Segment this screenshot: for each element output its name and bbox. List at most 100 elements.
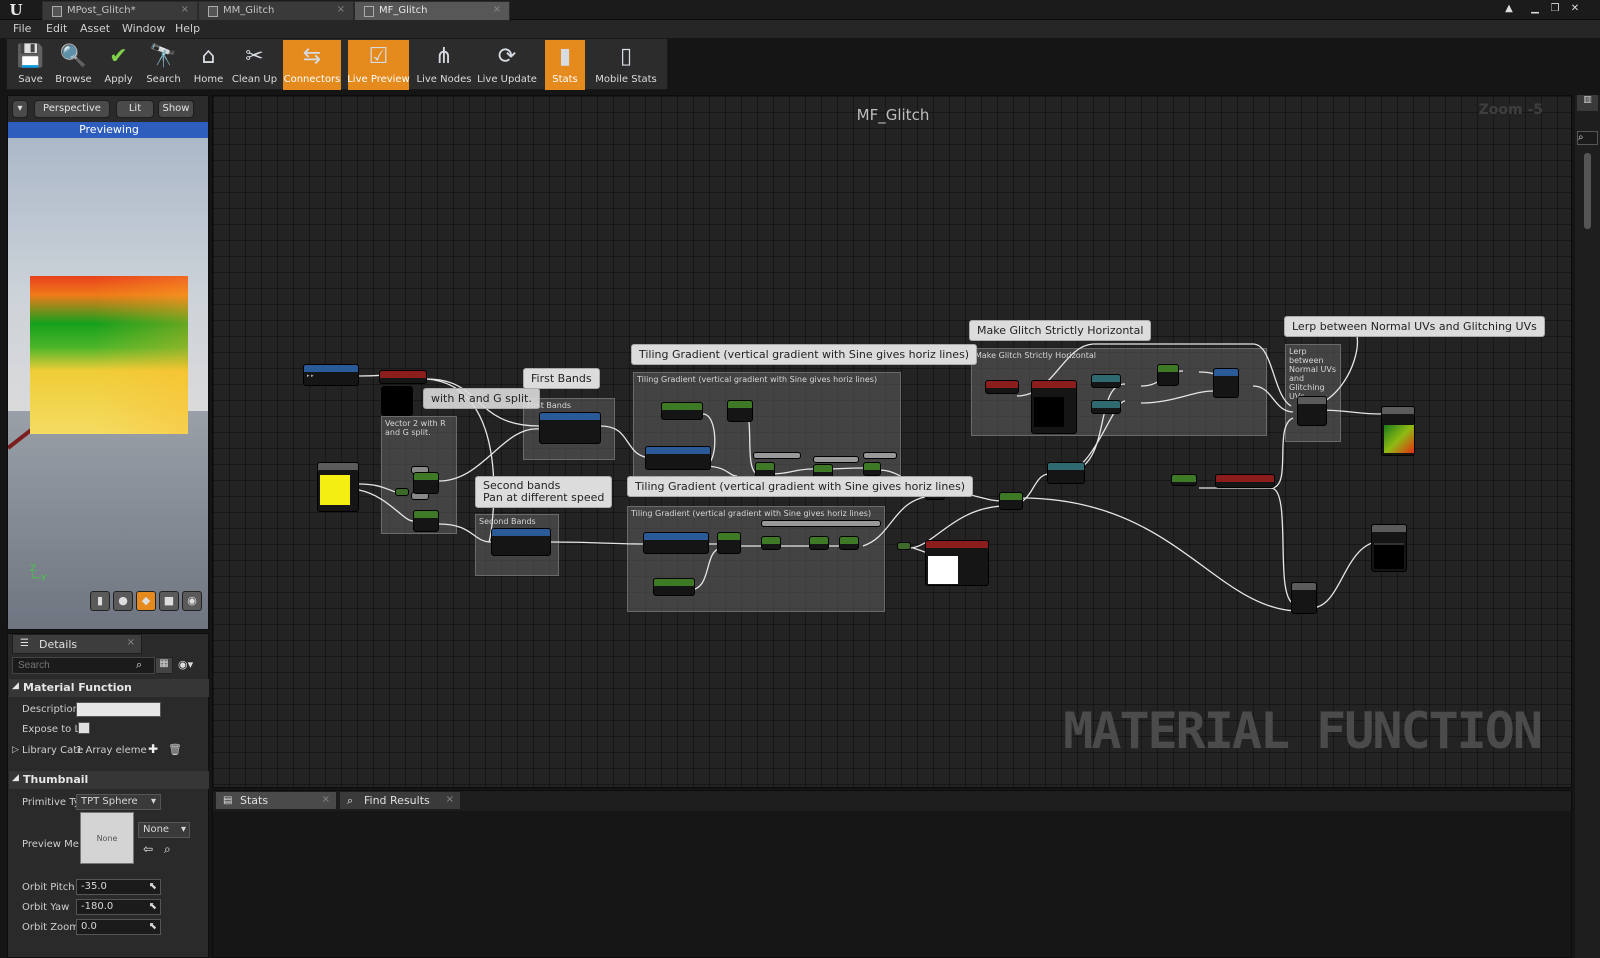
- node-panner-1[interactable]: [539, 412, 601, 444]
- node-multiply-1[interactable]: [727, 400, 753, 422]
- show-button[interactable]: Show: [158, 100, 194, 118]
- section-material-function[interactable]: ◢ Material Function: [9, 679, 209, 697]
- menu-file[interactable]: File: [13, 22, 31, 35]
- add-element-icon[interactable]: ✚: [148, 742, 158, 756]
- node-output-uvs[interactable]: [1381, 406, 1415, 456]
- node-append-1[interactable]: [413, 472, 439, 494]
- node-input-time[interactable]: [379, 370, 427, 384]
- minimize-icon[interactable]: ▁: [1528, 2, 1542, 16]
- node-panner-2[interactable]: [491, 528, 551, 556]
- node-ceil-constant[interactable]: [813, 456, 859, 463]
- node-texcoord[interactable]: [985, 380, 1019, 394]
- palette-scrollbar[interactable]: [1584, 153, 1591, 229]
- node-divide-constant[interactable]: [863, 452, 897, 459]
- node-multiply-2[interactable]: [717, 532, 741, 554]
- orbit-yaw-input[interactable]: -180.0 ⬉: [76, 899, 161, 915]
- tab-stats[interactable]: ▤ Stats ×: [215, 791, 337, 810]
- comment-bubble-rg-split[interactable]: with R and G split.: [423, 388, 540, 409]
- close-window-icon[interactable]: ✕: [1568, 2, 1582, 16]
- node-linear-gradient-3[interactable]: [643, 532, 709, 554]
- graduation-cap-icon[interactable]: ▲: [1502, 2, 1516, 16]
- lit-button[interactable]: Lit: [116, 100, 154, 118]
- node-subtract[interactable]: [1047, 462, 1085, 484]
- teapot-shape-icon[interactable]: ◉: [182, 591, 202, 611]
- comment-bubble-second-bands[interactable]: Second bands Pan at different speed: [475, 476, 613, 508]
- node-sine-constant[interactable]: [753, 452, 801, 459]
- comment-bubble-first-bands[interactable]: First Bands: [523, 368, 600, 389]
- node-mask-r[interactable]: [1091, 374, 1121, 388]
- node-constant-vector[interactable]: [317, 462, 359, 512]
- node-linear-gradient-2[interactable]: [645, 446, 711, 470]
- expose-checkbox[interactable]: [78, 722, 90, 734]
- menu-asset[interactable]: Asset: [80, 22, 110, 35]
- tab-mf-glitch[interactable]: MF_Glitch ×: [354, 1, 510, 20]
- menu-help[interactable]: Help: [175, 22, 200, 35]
- trash-icon[interactable]: 🗑: [168, 743, 182, 756]
- connectors-button[interactable]: ⇆ Connectors: [283, 40, 341, 90]
- orbit-pitch-input[interactable]: -35.0 ⬉: [76, 879, 161, 895]
- palette-search-icon[interactable]: ⌕: [1577, 131, 1598, 145]
- node-linear-gradient-1[interactable]: [661, 402, 703, 420]
- node-output-mask[interactable]: [1371, 524, 1407, 572]
- node-time-with-speed[interactable]: ▸ ▸: [303, 364, 359, 386]
- node-add-2[interactable]: [1157, 364, 1179, 386]
- restore-icon[interactable]: ❐: [1548, 2, 1562, 16]
- preview-mesh-thumbnail[interactable]: None: [80, 812, 134, 864]
- sphere-shape-icon[interactable]: ●: [113, 591, 133, 611]
- close-icon[interactable]: ×: [181, 4, 189, 15]
- node-constants-row[interactable]: [761, 520, 881, 527]
- perspective-button[interactable]: Perspective: [34, 100, 110, 118]
- use-selected-arrow-icon[interactable]: ⇦: [143, 842, 153, 856]
- clean-up-button[interactable]: ✂ Clean Up: [232, 40, 277, 90]
- close-icon[interactable]: ×: [127, 637, 135, 648]
- details-search-input[interactable]: [12, 657, 155, 674]
- tab-find-results[interactable]: ⌕ Find Results ×: [339, 791, 461, 810]
- close-icon[interactable]: ×: [493, 4, 501, 15]
- live-nodes-button[interactable]: ⋔ Live Nodes: [417, 40, 472, 90]
- node-multiply-3[interactable]: [999, 492, 1023, 510]
- node-scalar-2[interactable]: [1171, 474, 1197, 486]
- comment-bubble-tiling-1[interactable]: Tiling Gradient (vertical gradient with …: [631, 344, 978, 365]
- node-append-3[interactable]: [1213, 368, 1239, 398]
- primitive-type-select[interactable]: TPT Sphere ▾: [76, 794, 161, 810]
- node-lerp-2[interactable]: [1291, 582, 1317, 614]
- view-options-grid-icon[interactable]: ▦: [155, 657, 173, 674]
- node-input-uv[interactable]: [1031, 380, 1077, 434]
- stats-button[interactable]: ▮ Stats: [545, 40, 585, 90]
- preview-viewport[interactable]: ▾ Perspective Lit Show Previewing Z └─Y ▮…: [7, 95, 209, 630]
- node-divide-2[interactable]: [839, 536, 859, 550]
- node-divide-1[interactable]: [863, 462, 881, 476]
- plane-shape-icon[interactable]: ◆: [136, 591, 156, 611]
- comment-bubble-lerp[interactable]: Lerp between Normal UVs and Glitching UV…: [1284, 316, 1545, 337]
- close-icon[interactable]: ×: [446, 794, 454, 805]
- node-mask[interactable]: [395, 488, 409, 496]
- mobile-stats-button[interactable]: ▯ Mobile Stats: [595, 40, 657, 90]
- live-preview-button[interactable]: ☑ Live Preview: [347, 40, 410, 90]
- comment-bubble-make-glitch[interactable]: Make Glitch Strictly Horizontal: [969, 320, 1152, 341]
- node-input-glitch-fraction[interactable]: [925, 540, 989, 586]
- node-lerp[interactable]: [1297, 396, 1327, 426]
- node-sine-2[interactable]: [761, 536, 781, 550]
- section-thumbnail[interactable]: ◢ Thumbnail: [9, 771, 209, 789]
- cylinder-shape-icon[interactable]: ▮: [90, 591, 110, 611]
- unreal-logo-icon[interactable]: U: [6, 1, 26, 19]
- palette-tab-icon[interactable]: ▥: [1577, 95, 1598, 111]
- node-mask-g[interactable]: [1091, 400, 1121, 414]
- node-scalar[interactable]: [897, 542, 911, 550]
- node-linear-gradient-4[interactable]: [653, 578, 695, 596]
- orbit-zoom-input[interactable]: 0.0 ⬉: [76, 919, 161, 935]
- search-icon[interactable]: ⌕: [136, 658, 142, 672]
- details-tab[interactable]: ☰ Details ×: [12, 634, 142, 654]
- node-ceil-2[interactable]: [809, 536, 829, 550]
- tab-mm-glitch[interactable]: MM_Glitch ×: [198, 1, 354, 20]
- comment-bubble-tiling-2[interactable]: Tiling Gradient (vertical gradient with …: [627, 476, 974, 497]
- node-append-2[interactable]: [413, 510, 439, 532]
- node-input-glitch-alpha[interactable]: [1215, 474, 1275, 488]
- cube-shape-icon[interactable]: ■: [159, 591, 179, 611]
- menu-edit[interactable]: Edit: [46, 22, 67, 35]
- description-input[interactable]: [76, 702, 161, 717]
- expand-arrow-icon[interactable]: ▷: [12, 745, 19, 755]
- preview-mesh-select[interactable]: None ▾: [138, 822, 190, 838]
- tab-mpost-glitch[interactable]: MPost_Glitch* ×: [42, 1, 198, 20]
- eye-icon[interactable]: ◉▾: [178, 658, 193, 671]
